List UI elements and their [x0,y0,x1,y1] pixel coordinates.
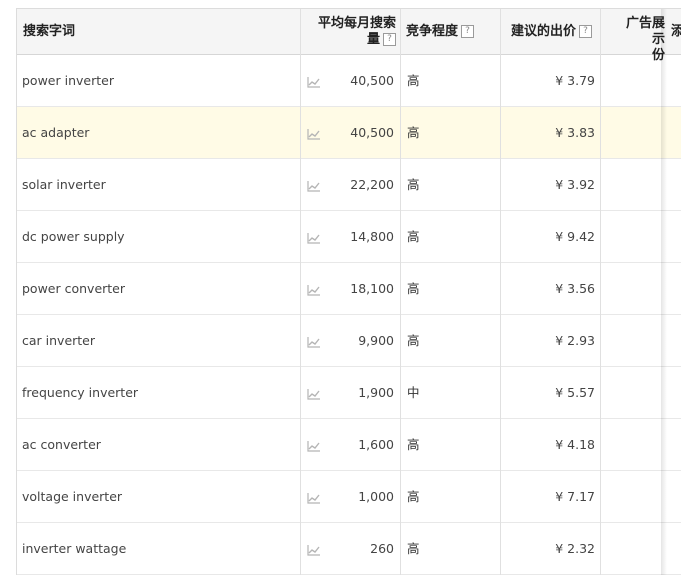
bid-cell: ¥ 2.32 [555,541,595,556]
competition-cell: 中 [407,385,420,400]
volume-cell: 1,600 [358,437,394,452]
table-row[interactable]: ac adapter 40,500 高 ¥ 3.83 [17,107,681,159]
keyword-cell[interactable]: solar inverter [22,159,106,210]
volume-cell: 40,500 [350,125,394,140]
competition-cell: 高 [407,177,420,192]
table-row[interactable]: solar inverter 22,200 高 ¥ 3.92 [17,159,681,211]
header-keyword-label: 搜索字词 [23,24,76,39]
table-row[interactable]: dc power supply 14,800 高 ¥ 9.42 [17,211,681,263]
bid-cell: ¥ 5.57 [555,385,595,400]
header-impression[interactable]: 广告展示 份 [615,9,665,61]
volume-cell: 22,200 [350,177,394,192]
competition-cell: 高 [407,437,420,452]
header-volume-label-line1: 平均每月搜索 [317,16,396,31]
volume-cell: 1,000 [358,489,394,504]
header-competition-label: 竞争程度 [406,24,459,39]
table-row[interactable]: ac converter 1,600 高 ¥ 4.18 [17,419,681,471]
competition-cell: 高 [407,281,420,296]
header-bid-label: 建议的出价 [511,24,577,39]
frozen-column-shadow [661,9,667,575]
keyword-cell[interactable]: ac converter [22,419,101,470]
table-row[interactable]: inverter wattage 260 高 ¥ 2.32 [17,523,681,575]
keyword-cell[interactable]: power inverter [22,55,114,106]
keyword-cell[interactable]: voltage inverter [22,471,122,522]
volume-cell: 18,100 [350,281,394,296]
bid-cell: ¥ 3.83 [555,125,595,140]
table-row[interactable]: frequency inverter 1,900 中 ¥ 5.57 [17,367,681,419]
competition-cell: 高 [407,73,420,88]
keyword-cell[interactable]: power converter [22,263,125,314]
table-row[interactable]: power inverter 40,500 高 ¥ 3.79 [17,55,681,107]
keyword-cell[interactable]: frequency inverter [22,367,138,418]
competition-cell: 高 [407,489,420,504]
keyword-cell[interactable]: car inverter [22,315,95,366]
competition-cell: 高 [407,229,420,244]
bid-cell: ¥ 9.42 [555,229,595,244]
competition-cell: 高 [407,125,420,140]
bid-cell: ¥ 3.79 [555,73,595,88]
bid-cell: ¥ 3.92 [555,177,595,192]
volume-cell: 14,800 [350,229,394,244]
keyword-cell[interactable]: ac adapter [22,107,89,158]
competition-cell: 高 [407,541,420,556]
header-impression-label-line1: 广告展示 [625,16,665,47]
bid-cell: ¥ 2.93 [555,333,595,348]
header-volume[interactable]: 平均每月搜索 量? [312,9,396,61]
help-icon[interactable]: ? [579,25,593,38]
header-volume-label-line2: 量 [366,32,380,47]
bid-cell: ¥ 4.18 [555,437,595,452]
volume-cell: 260 [370,541,394,556]
keyword-cell[interactable]: dc power supply [22,211,125,262]
column-divider [500,9,501,575]
volume-cell: 9,900 [358,333,394,348]
competition-cell: 高 [407,333,420,348]
help-icon[interactable]: ? [383,33,396,46]
header-bid[interactable]: 建议的出价? [511,9,593,54]
table-header: 搜索字词 平均每月搜索 量? 竞争程度? 建议的出价? 广告展示 份 添 [17,9,681,61]
bid-cell: ¥ 3.56 [555,281,595,296]
table-row[interactable]: car inverter 9,900 高 ¥ 2.93 [17,315,681,367]
keyword-table: 搜索字词 平均每月搜索 量? 竞争程度? 建议的出价? 广告展示 份 添 pow… [16,8,681,575]
column-divider [400,9,401,575]
keyword-cell[interactable]: inverter wattage [22,523,126,574]
bid-cell: ¥ 7.17 [555,489,595,504]
table-row[interactable]: voltage inverter 1,000 高 ¥ 7.17 [17,471,681,523]
column-divider [300,9,301,575]
header-competition[interactable]: 竞争程度? [406,9,475,54]
help-icon[interactable]: ? [461,25,475,38]
table-row[interactable]: power converter 18,100 高 ¥ 3.56 [17,263,681,315]
header-add[interactable]: 添 [671,9,681,54]
column-divider [600,9,601,575]
volume-cell: 40,500 [350,73,394,88]
header-keyword[interactable]: 搜索字词 [23,9,75,54]
header-add-label: 添 [671,24,681,39]
volume-cell: 1,900 [358,385,394,400]
